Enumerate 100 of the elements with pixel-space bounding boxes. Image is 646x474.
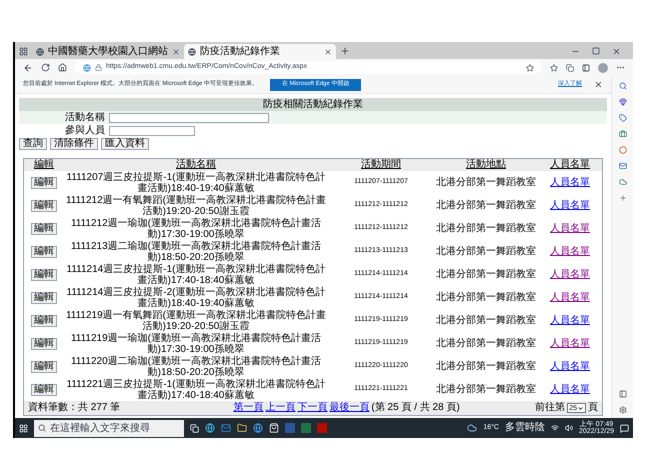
search-icon <box>38 424 46 432</box>
activity-name: 1111220週二瑜珈(運動班一高教深耕北港書院特色計畫活動)18:50-20:20孫曉翠 <box>70 356 322 378</box>
member-list-link[interactable]: 人員名單 <box>550 267 590 282</box>
activity-location: 北港分部第一舞蹈教室 <box>435 244 537 259</box>
member-list-link[interactable]: 人員名單 <box>550 244 590 259</box>
close-icon[interactable] <box>594 80 603 89</box>
column-header[interactable]: 活動期間 <box>328 160 434 170</box>
sparkle-icon[interactable] <box>618 98 626 106</box>
tag-icon[interactable] <box>618 114 626 122</box>
activity-location: 北港分部第一舞蹈教室 <box>435 268 537 282</box>
member-list-link[interactable]: 人員名單 <box>550 382 590 397</box>
activity-location: 北港分部第一舞蹈教室 <box>435 382 537 397</box>
activity-name: 1111221週三皮拉提斯-1(運動班一高教深耕北港書院特色計畫活動)17:40-18:40蘇蕙敏 <box>66 378 326 400</box>
edit-button[interactable]: 編輯 <box>31 268 57 280</box>
activity-location: 北港分部第一舞蹈教室 <box>435 176 537 190</box>
edit-button[interactable]: 編輯 <box>31 246 57 258</box>
pager-link[interactable]: 下一頁 <box>297 403 328 413</box>
activity-name: 1111214週三皮拉提斯-2(運動班一高教深耕北港書院特色計畫活動)18:40-19:40蘇蕙敏 <box>66 286 326 308</box>
field-label: 參與人員 <box>64 126 106 136</box>
pager-link[interactable]: 最後一頁 <box>329 403 370 413</box>
activity-name: 1111207週三皮拉提斯-1(運動班一高教深耕北港書院特色計畫活動)18:40-19:40蘇蕙敏 <box>66 172 326 194</box>
edit-button[interactable]: 編輯 <box>31 384 57 396</box>
add-icon[interactable] <box>618 194 626 202</box>
taskbar-search-field[interactable]: 在這裡輸入文字來搜尋 <box>34 420 184 436</box>
collections-icon[interactable] <box>566 64 574 72</box>
panel-icon[interactable] <box>618 390 626 398</box>
close-icon[interactable] <box>612 47 621 56</box>
start-icon[interactable] <box>19 424 28 432</box>
browser-tab[interactable]: 防疫活動紀錄作業 <box>184 44 336 59</box>
edit-button[interactable]: 編輯 <box>31 314 57 326</box>
member-list-link[interactable]: 人員名單 <box>550 221 590 236</box>
favorites-icon[interactable] <box>550 64 558 72</box>
tab-actions-icon[interactable] <box>19 47 28 56</box>
activity-name: 1111219週一有氧舞蹈(運動班一高教深耕北港書院特色計畫活動)19:20-20:50謝玉霞 <box>64 310 328 332</box>
task-view-icon[interactable] <box>190 424 199 432</box>
activity-location: 北港分部第一舞蹈教室 <box>435 290 537 305</box>
weather-text: 多雲時陰 <box>504 423 545 433</box>
activity-name: 1111214週三皮拉提斯-1(運動班一高教深耕北港書院特色計畫活動)17:40-18:40蘇蕙敏 <box>66 264 326 286</box>
circle-icon[interactable] <box>618 146 626 154</box>
lock-icon <box>95 64 102 71</box>
edit-button[interactable]: 編輯 <box>31 176 57 188</box>
member-list-link[interactable]: 人員名單 <box>550 175 590 190</box>
page-title: 防疫相關活動紀錄作業 <box>19 98 607 111</box>
tab-title: 防疫活動紀錄作業 <box>200 46 281 56</box>
page-info: (第 25 頁 / 共 28 頁) <box>371 403 460 413</box>
refresh-icon[interactable] <box>41 63 50 72</box>
tab-title: 中國醫藥大學校園入口網站 <box>48 46 168 56</box>
column-header[interactable]: 人員名單 <box>538 160 602 170</box>
activity-name: 1111212週一瑜珈(運動班一高教深耕北港書院特色計畫活動)17:30-19:00孫曉翠 <box>70 218 322 240</box>
search-icon[interactable] <box>618 82 626 90</box>
new-tab-icon[interactable] <box>340 46 350 56</box>
goto-suffix: 頁 <box>588 403 598 413</box>
member-list-link[interactable]: 人員名單 <box>550 290 590 305</box>
activity-location: 北港分部第一舞蹈教室 <box>435 336 537 351</box>
member-list-link[interactable]: 人員名單 <box>550 336 590 351</box>
edit-button[interactable]: 編輯 <box>31 338 57 350</box>
edit-button[interactable]: 編輯 <box>31 200 57 212</box>
mail-icon[interactable] <box>221 423 231 433</box>
form-button[interactable]: 匯入資料 <box>101 138 149 150</box>
column-header[interactable]: 活動地點 <box>434 160 538 170</box>
activity-name: 1111212週一有氧舞蹈(運動班一高教深耕北港書院特色計畫活動)19:20-20:50謝玉霞 <box>64 194 328 216</box>
activity-name: 1111213週二瑜珈(運動班一高教深耕北港書院特色計畫活動)18:50-20:20孫曉翠 <box>70 240 322 262</box>
form-button[interactable]: 清除條件 <box>50 138 98 150</box>
column-header[interactable]: 活動名稱 <box>64 160 328 170</box>
maximize-icon[interactable] <box>592 47 600 55</box>
notification-icon[interactable] <box>620 424 629 432</box>
home-icon[interactable] <box>58 63 67 72</box>
favorite-icon[interactable] <box>526 64 534 72</box>
volume-icon[interactable] <box>564 424 573 432</box>
close-icon[interactable] <box>172 48 180 56</box>
column-header[interactable]: 編輯 <box>24 160 64 170</box>
close-icon[interactable] <box>324 48 332 56</box>
folder-icon[interactable] <box>237 423 247 433</box>
field-label: 活動名稱 <box>64 112 106 122</box>
briefcase-icon[interactable] <box>618 130 626 138</box>
edit-button[interactable]: 編輯 <box>31 222 57 234</box>
member-list-link[interactable]: 人員名單 <box>550 313 590 328</box>
settings-icon[interactable] <box>618 406 626 414</box>
activity-name: 1111219週一瑜珈(運動班一高教深耕北港書院特色計畫活動)17:30-19:00孫曉翠 <box>70 332 322 354</box>
store-icon[interactable] <box>269 423 279 433</box>
activity-location: 北港分部第一舞蹈教室 <box>435 222 537 236</box>
pager-link[interactable]: 上一頁 <box>265 403 296 413</box>
input-field[interactable] <box>109 126 195 136</box>
back-icon[interactable] <box>23 62 33 72</box>
record-count: 資料筆數：共 277 筆 <box>28 403 122 413</box>
chevron-down-icon <box>577 404 584 412</box>
pager-link[interactable]: 第一頁 <box>233 403 264 413</box>
edit-button[interactable]: 編輯 <box>31 360 57 372</box>
activity-location: 北港分部第一舞蹈教室 <box>435 198 537 213</box>
goto-label: 前往第 <box>535 403 566 413</box>
edit-button[interactable]: 編輯 <box>31 292 57 304</box>
form-button[interactable]: 查詢 <box>19 138 47 150</box>
network-icon[interactable] <box>550 424 559 432</box>
input-field[interactable] <box>109 112 269 122</box>
member-list-link[interactable]: 人員名單 <box>550 359 590 374</box>
activity-location: 北港分部第一舞蹈教室 <box>435 314 537 328</box>
weather-icon <box>467 423 478 433</box>
mail-icon[interactable] <box>618 162 626 170</box>
browser-icon[interactable] <box>205 423 215 433</box>
member-list-link[interactable]: 人員名單 <box>550 198 590 213</box>
